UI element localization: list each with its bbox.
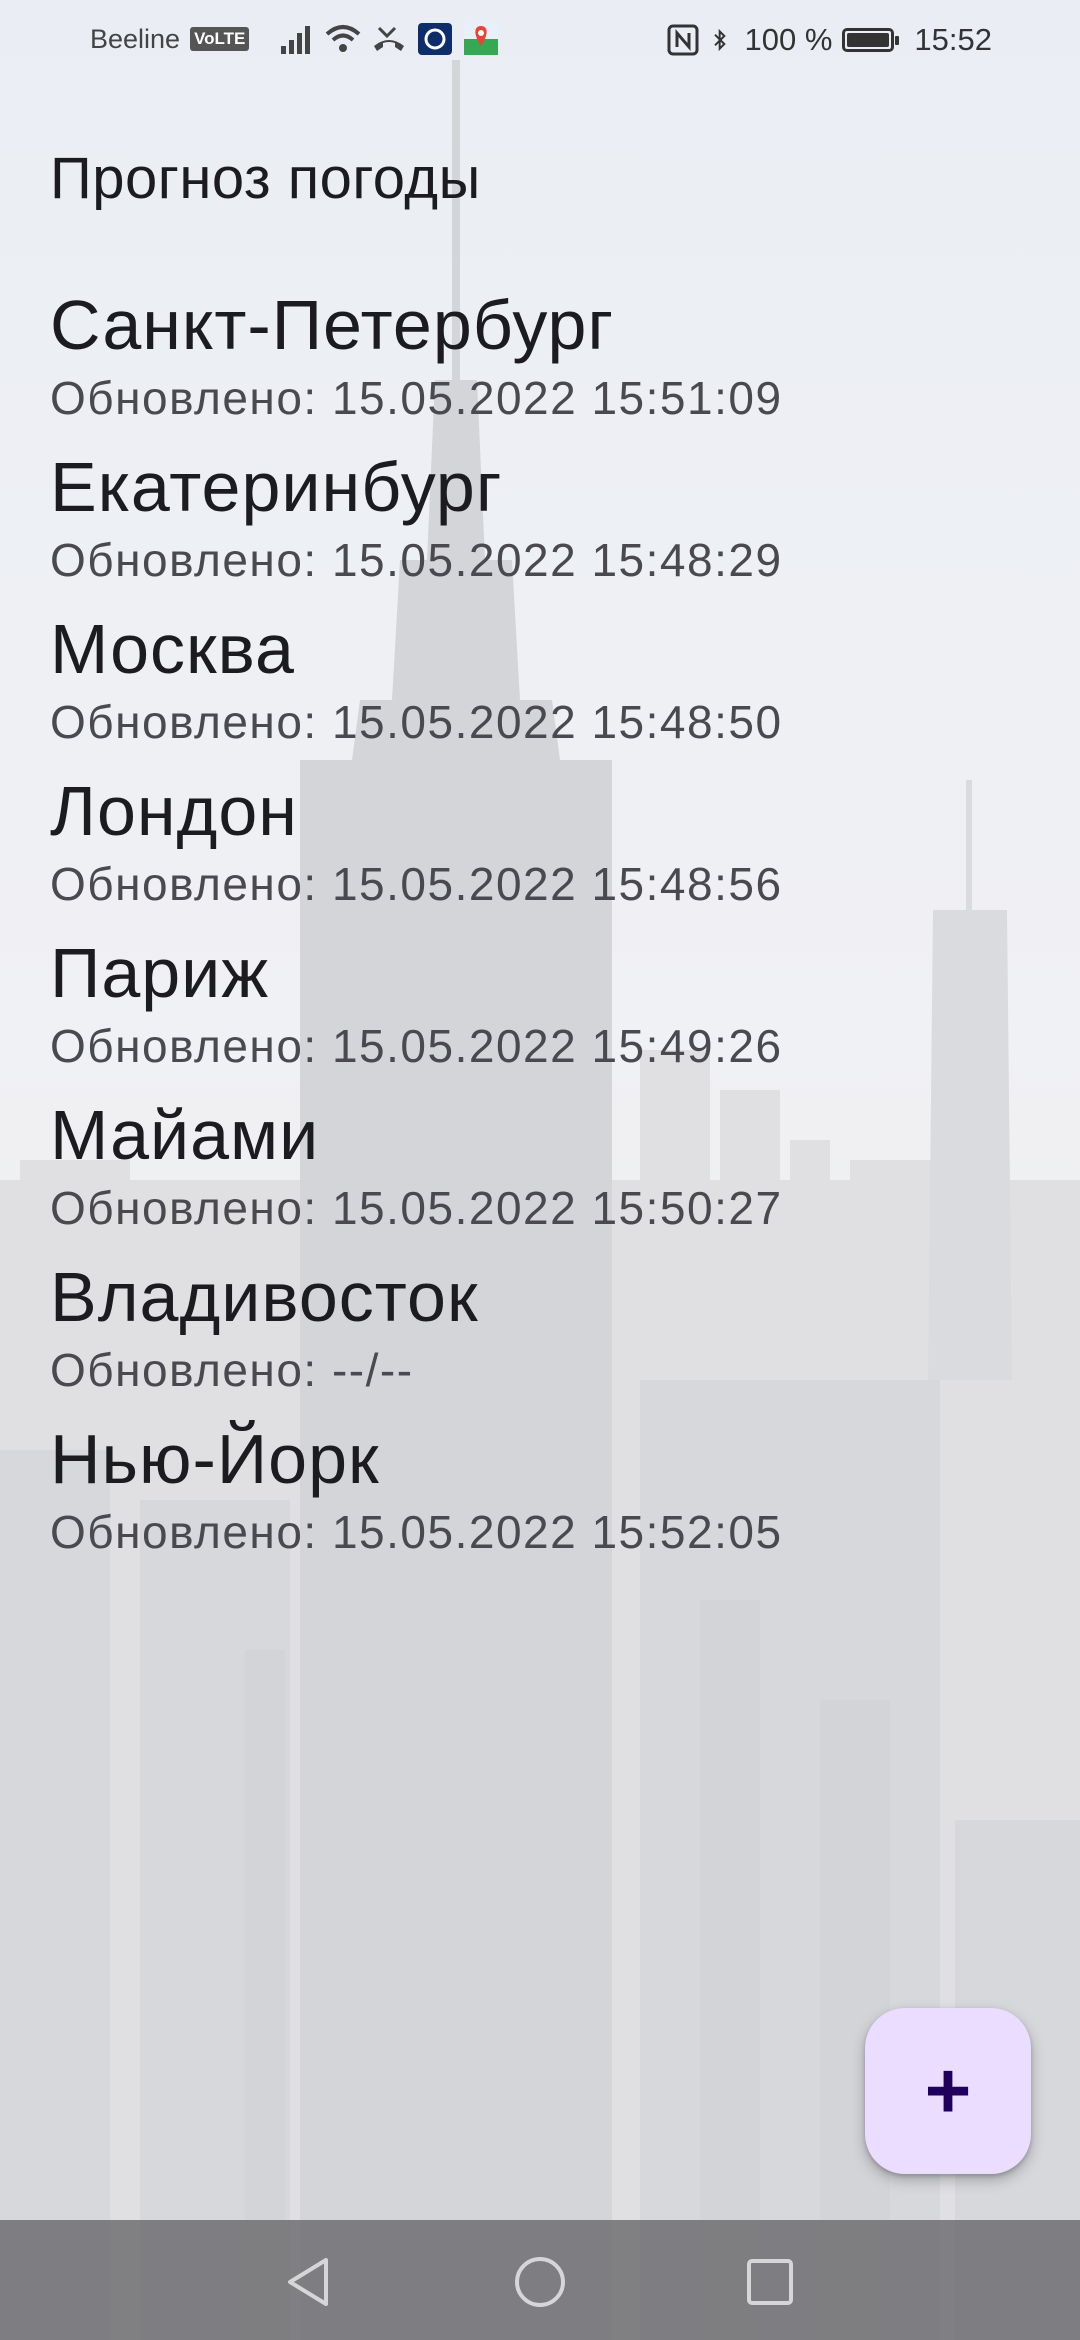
clock: 15:52 [914, 22, 992, 57]
city-item[interactable]: Екатеринбург Обновлено: 15.05.2022 15:48… [50, 442, 1030, 604]
recents-icon[interactable] [740, 2252, 800, 2312]
city-item[interactable]: Нью-Йорк Обновлено: 15.05.2022 15:52:05 [50, 1414, 1030, 1576]
system-navigation-bar [0, 2220, 1080, 2340]
city-item[interactable]: Москва Обновлено: 15.05.2022 15:48:50 [50, 604, 1030, 766]
bluetooth-icon [713, 28, 726, 52]
app-screen: Beeline VoLTE 100 % 15:52 Прогноз погоды… [0, 0, 1080, 2340]
volte-badge: VoLTE [190, 27, 250, 51]
plus-icon: + [924, 2046, 972, 2135]
city-item[interactable]: Санкт-Петербург Обновлено: 15.05.2022 15… [50, 280, 1030, 442]
nfc-icon [667, 24, 699, 56]
add-city-button[interactable]: + [865, 2008, 1031, 2174]
city-updated-time: Обновлено: 15.05.2022 15:48:29 [50, 534, 783, 586]
city-item[interactable]: Майами Обновлено: 15.05.2022 15:50:27 [50, 1090, 1030, 1252]
city-updated-time: Обновлено: 15.05.2022 15:51:09 [50, 372, 783, 424]
city-updated-time: Обновлено: 15.05.2022 15:48:56 [50, 858, 783, 910]
city-name: Майами [50, 1096, 320, 1174]
city-updated-time: Обновлено: 15.05.2022 15:52:05 [50, 1506, 783, 1558]
city-name: Екатеринбург [50, 448, 503, 526]
page-title: Прогноз погоды [50, 146, 481, 211]
battery-percent: 100 % [744, 22, 833, 57]
signal-icon [281, 26, 311, 54]
home-icon[interactable] [510, 2252, 570, 2312]
status-bar-left: Beeline VoLTE [90, 22, 499, 56]
maps-app-icon [464, 23, 499, 55]
crypto-app-icon [418, 23, 453, 55]
city-name: Владивосток [50, 1258, 479, 1336]
city-updated-time: Обновлено: 15.05.2022 15:50:27 [50, 1182, 783, 1234]
city-name: Париж [50, 934, 270, 1012]
city-updated-time: Обновлено: --/-- [50, 1344, 414, 1396]
city-item[interactable]: Лондон Обновлено: 15.05.2022 15:48:56 [50, 766, 1030, 928]
back-icon[interactable] [280, 2252, 340, 2312]
battery-icon [842, 28, 900, 52]
city-updated-time: Обновлено: 15.05.2022 15:49:26 [50, 1020, 783, 1072]
city-name: Нью-Йорк [50, 1420, 380, 1498]
city-name: Лондон [50, 772, 298, 850]
carrier-name: Beeline [90, 23, 181, 54]
missed-call-icon [374, 26, 405, 51]
city-name: Москва [50, 610, 295, 688]
city-updated-time: Обновлено: 15.05.2022 15:48:50 [50, 696, 783, 748]
status-bar: Beeline VoLTE 100 % 15:52 [0, 0, 1080, 80]
city-name: Санкт-Петербург [50, 286, 614, 364]
city-list: Санкт-Петербург Обновлено: 15.05.2022 15… [50, 280, 1030, 1576]
wifi-icon [326, 25, 361, 52]
status-bar-right: 100 % 15:52 [665, 22, 992, 58]
city-item[interactable]: Владивосток Обновлено: --/-- [50, 1252, 1030, 1414]
city-item[interactable]: Париж Обновлено: 15.05.2022 15:49:26 [50, 928, 1030, 1090]
